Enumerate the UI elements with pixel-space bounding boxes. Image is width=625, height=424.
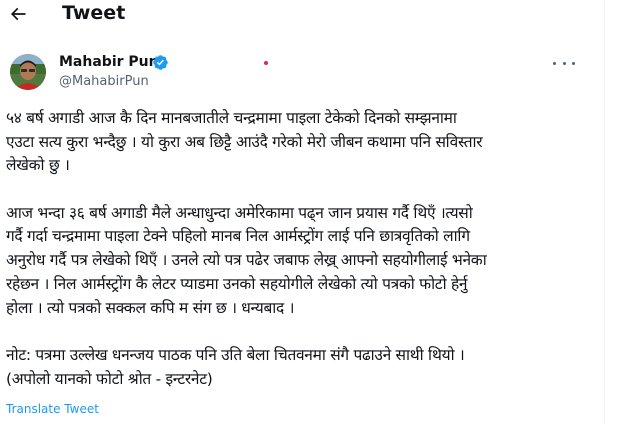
tweet-paragraph: ५४ बर्ष अगाडी आज कै दिन मानबजातीले चन्द्… (6, 107, 602, 178)
tweet-line: एउटा सत्य कुरा भन्दैछु । यो कुरा अब छिट्… (6, 132, 483, 151)
tweet-line: होला । त्यो पत्रको सक्कल कपि म संग छ । ध… (6, 298, 295, 317)
verified-badge-icon (153, 55, 168, 70)
more-icon-dot (572, 61, 575, 65)
tweet-text: ५४ बर्ष अगाडी आज कै दिन मानबजातीले चन्द्… (6, 107, 602, 391)
avatar-photo (10, 54, 46, 90)
tweet-header: Tweet (0, 0, 604, 30)
column-border (604, 0, 605, 424)
notification-dot (264, 61, 268, 65)
author-handle[interactable]: @MahabirPun (59, 74, 149, 89)
back-button[interactable] (6, 0, 30, 28)
tweet-paragraph: आज भन्दा ३६ बर्ष अगाडी मैले अन्धाधुन्दा … (6, 202, 602, 320)
more-icon-dot (553, 61, 556, 65)
page-title: Tweet (62, 2, 126, 24)
tweet-line: (अपोलो यानको फोटो श्रोत - इन्टरनेट) (6, 369, 213, 388)
tweet-line: आज भन्दा ३६ बर्ष अगाडी मैले अन्धाधुन्दा … (6, 203, 473, 222)
tweet-paragraph: नोट: पत्रमा उल्लेख धनन्जय पाठक पनि उति ब… (6, 344, 602, 391)
tweet-line: लेखेको छु । (6, 156, 70, 175)
tweet-line: गर्दै गर्दा चन्द्रमामा पाइला टेक्ने पहिल… (6, 227, 470, 246)
avatar[interactable] (10, 54, 46, 90)
more-icon-dot (562, 61, 566, 65)
tweet-line: नोट: पत्रमा उल्लेख धनन्जय पाठक पनि उति ब… (6, 345, 465, 364)
more-options-button[interactable] (553, 57, 575, 69)
tweet-line: ५४ बर्ष अगाडी आज कै दिन मानबजातीले चन्द्… (6, 109, 457, 127)
arrow-left-icon (10, 7, 26, 21)
tweet-line: रहेछन । निल आर्मस्ट्रोंग कै लेटर प्याडमा… (6, 274, 468, 293)
tweet-line: अनुरोध गर्दै पत्र लेखेको थिएँ । उनले त्य… (6, 251, 487, 270)
translate-tweet-link[interactable]: Translate Tweet (6, 402, 99, 416)
author-name[interactable]: Mahabir Pun (59, 54, 159, 70)
